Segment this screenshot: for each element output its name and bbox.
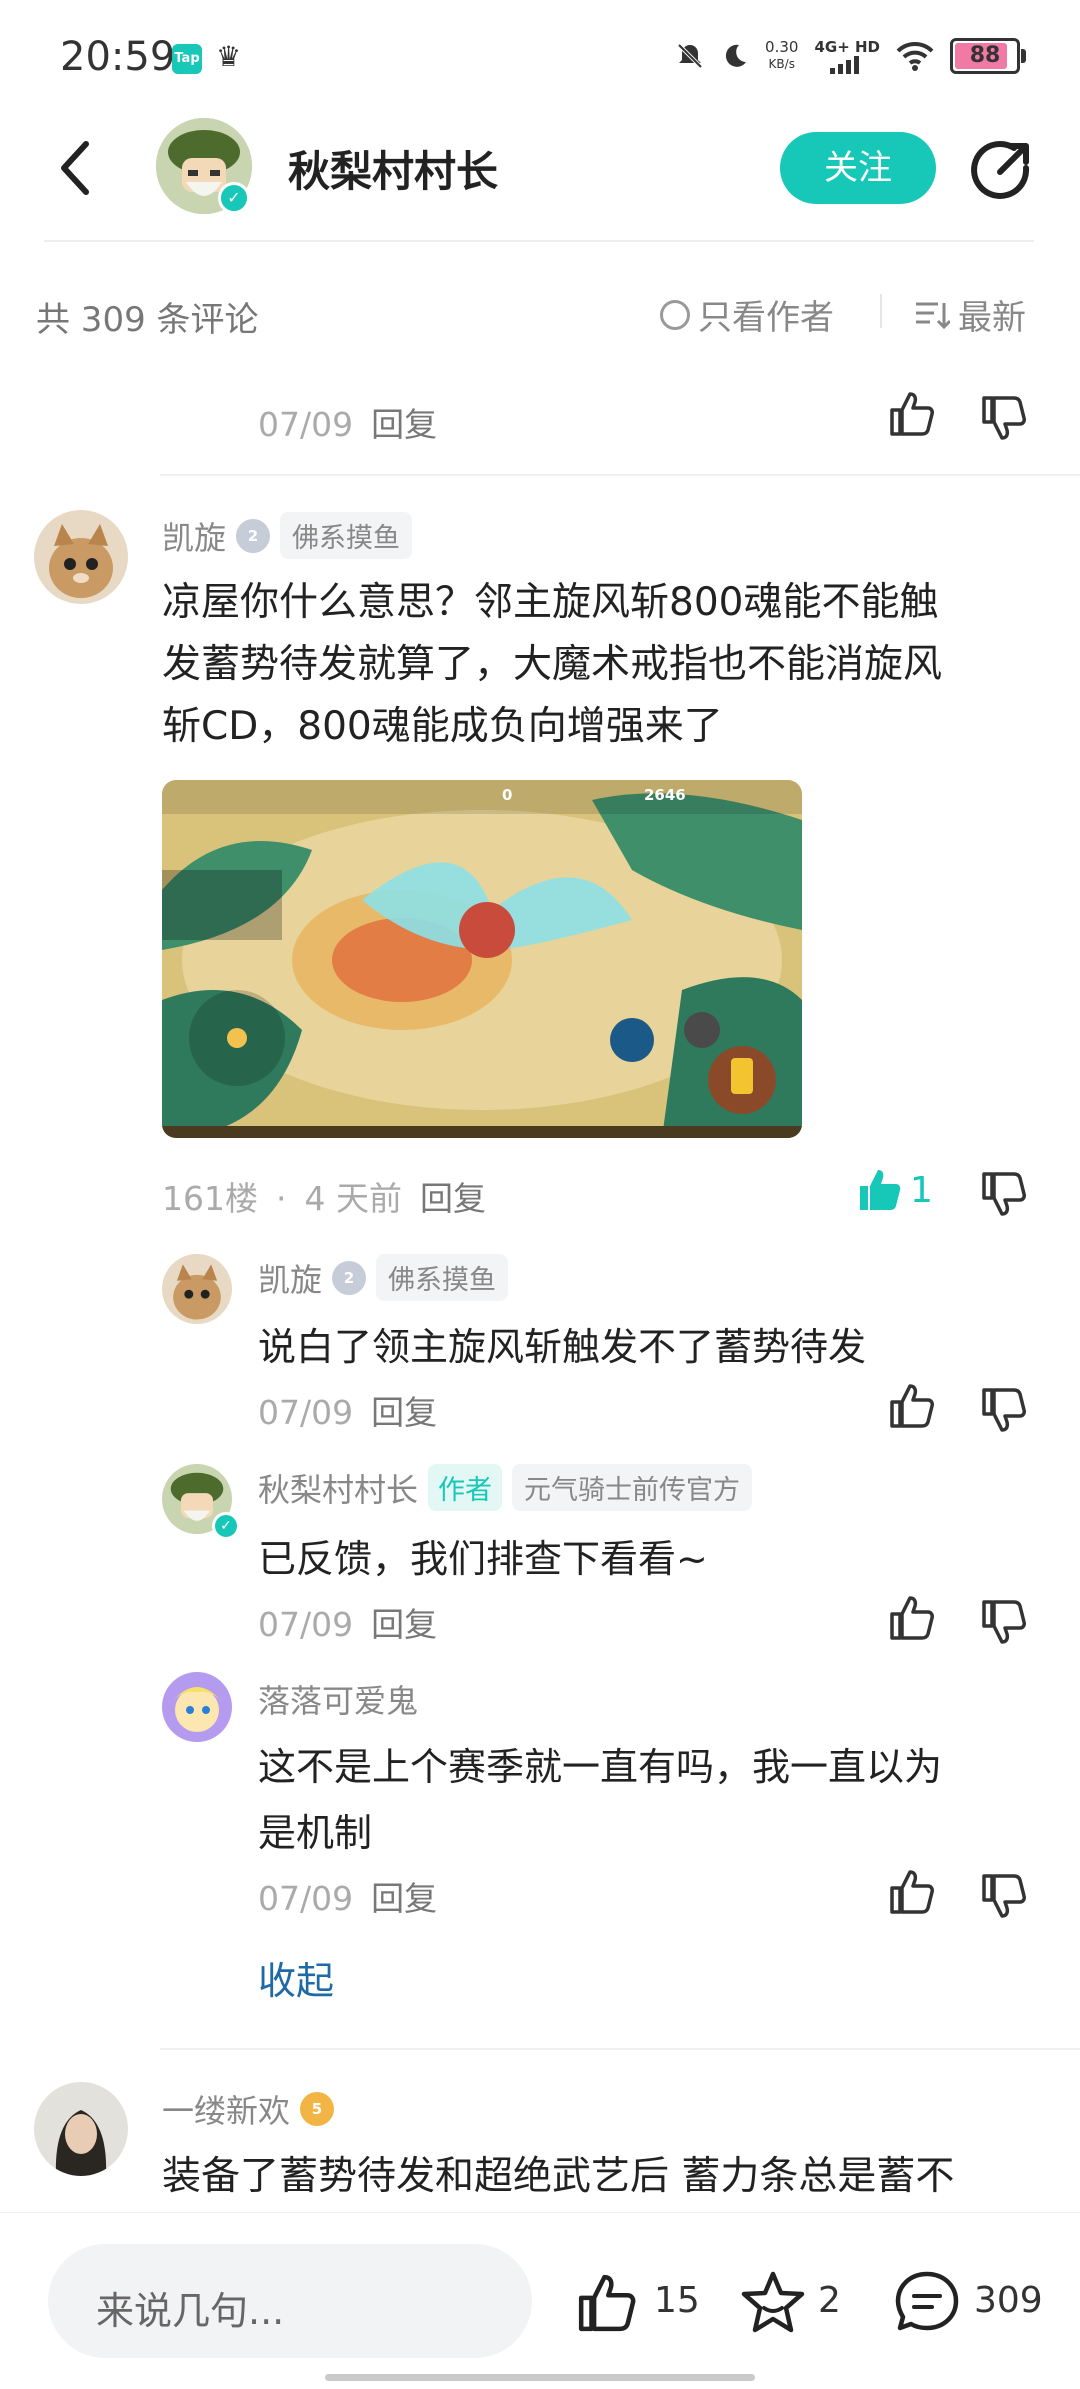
hud-gems: 2646 — [644, 786, 686, 804]
filter-divider — [880, 294, 882, 328]
like-icon[interactable] — [576, 2272, 638, 2334]
username[interactable]: 凯旋 — [162, 513, 226, 559]
sort-icon — [916, 302, 950, 329]
level-badge: 2 — [236, 518, 271, 553]
reply-meta: 07/09 回复 — [258, 1879, 438, 1918]
like-icon[interactable] — [888, 390, 936, 438]
user-avatar[interactable] — [34, 2082, 128, 2176]
reply-button[interactable]: 回复 — [371, 1393, 437, 1432]
mute-bell-icon — [677, 43, 703, 69]
dislike-icon[interactable] — [980, 1170, 1028, 1218]
verified-icon: ✓ — [218, 182, 250, 214]
reply-button[interactable]: 回复 — [420, 1179, 486, 1218]
reply-header: 秋梨村村长 作者 元气骑士前传官方 — [258, 1464, 753, 1511]
comment-image[interactable]: 0 2646 — [162, 780, 802, 1138]
dislike-icon[interactable] — [980, 1872, 1028, 1920]
comment-divider — [160, 474, 1080, 476]
level-badge: 2 — [332, 1260, 367, 1295]
user-tag: 佛系摸鱼 — [376, 1254, 509, 1301]
share-icon[interactable] — [970, 138, 1034, 202]
reply-button[interactable]: 回复 — [371, 1879, 437, 1918]
comment-count: 共 309 条评论 — [36, 300, 259, 340]
reply-meta: 07/09 回复 — [258, 1605, 438, 1644]
like-icon[interactable] — [888, 1594, 936, 1642]
comment-text: 凉屋你什么意思？邻主旋风斩800魂能不能触 发蓄势待发就算了，大魔术戒指也不能消… — [162, 580, 943, 749]
post-like-count: 15 — [654, 2280, 700, 2321]
dislike-icon[interactable] — [980, 394, 1028, 442]
follow-button[interactable]: 关注 — [780, 132, 936, 204]
hud-coins: 0 — [502, 786, 513, 804]
signal-indicator: 4G+ HD — [814, 38, 880, 74]
username[interactable]: 秋梨村村长 — [258, 1465, 418, 1511]
reply-text: 这不是上个赛季就一直有吗，我一直以为 是机制 — [258, 1745, 943, 1855]
reply-meta: 07/09 回复 — [258, 405, 438, 444]
author-badge: 作者 — [428, 1464, 503, 1511]
post-favorite-count: 2 — [818, 2280, 841, 2321]
status-time: 20:59 — [60, 34, 176, 80]
radio-icon — [660, 299, 690, 330]
reply-button[interactable]: 回复 — [371, 405, 437, 444]
comment-header: 一缕新欢 5 — [162, 2086, 335, 2132]
like-icon[interactable] — [888, 1382, 936, 1430]
username[interactable]: 凯旋 — [258, 1255, 322, 1301]
dislike-icon[interactable] — [980, 1598, 1028, 1646]
comment-divider — [160, 2048, 1080, 2050]
comment-header: 凯旋 2 佛系摸鱼 — [162, 512, 413, 559]
like-icon-active[interactable] — [856, 1166, 904, 1214]
home-indicator[interactable] — [325, 2374, 755, 2381]
taptap-icon: Tap — [172, 44, 202, 74]
dislike-icon[interactable] — [980, 1386, 1028, 1434]
comment-meta: 161楼 · 4 天前 回复 — [162, 1179, 486, 1218]
system-status-icons: 0.30 KB/s 4G+ HD 88 — [675, 38, 1026, 74]
username[interactable]: 一缕新欢 — [162, 2086, 290, 2132]
user-avatar[interactable] — [34, 510, 128, 604]
user-tag: 元气骑士前传官方 — [512, 1464, 753, 1511]
reply-text: 说白了领主旋风斩触发不了蓄势待发 — [258, 1325, 867, 1369]
reply-meta: 07/09 回复 — [258, 1393, 438, 1432]
header-divider — [44, 240, 1034, 242]
author-only-label: 只看作者 — [698, 298, 834, 338]
sort-button[interactable]: 最新 — [914, 290, 1026, 339]
battery-indicator: 88 — [950, 38, 1026, 74]
net-speed: 0.30 KB/s — [765, 38, 799, 72]
like-count: 1 — [910, 1170, 933, 1211]
user-avatar[interactable] — [162, 1254, 232, 1324]
user-avatar[interactable] — [162, 1672, 232, 1742]
level-badge: 5 — [300, 2092, 335, 2126]
crown-icon: ♛ — [216, 40, 242, 73]
reply-header: 凯旋 2 佛系摸鱼 — [258, 1254, 509, 1301]
moon-icon — [725, 44, 747, 67]
reply-text: 已反馈，我们排查下看看~ — [258, 1537, 708, 1581]
comment-bubble-icon[interactable] — [894, 2270, 960, 2334]
author-only-toggle[interactable]: 只看作者 — [660, 290, 834, 339]
author-name[interactable]: 秋梨村村长 — [288, 138, 498, 199]
collapse-replies-button[interactable]: 收起 — [258, 1950, 334, 2005]
comment-text: 装备了蓄势待发和超绝武艺后 蓄力条总是蓄不 — [162, 2154, 955, 2199]
favorite-star-icon[interactable] — [740, 2270, 806, 2334]
wifi-icon — [896, 41, 934, 71]
verified-icon: ✓ — [212, 1512, 240, 1540]
reply-button[interactable]: 回复 — [371, 1605, 437, 1644]
comment-input-placeholder: 来说几句... — [96, 2289, 285, 2333]
back-arrow-icon[interactable] — [56, 140, 96, 196]
sort-label: 最新 — [958, 298, 1026, 338]
signal-icon — [830, 55, 860, 74]
like-icon[interactable] — [888, 1868, 936, 1916]
user-tag: 佛系摸鱼 — [280, 512, 413, 559]
post-comment-count: 309 — [974, 2280, 1043, 2321]
username[interactable]: 落落可爱鬼 — [258, 1676, 418, 1722]
